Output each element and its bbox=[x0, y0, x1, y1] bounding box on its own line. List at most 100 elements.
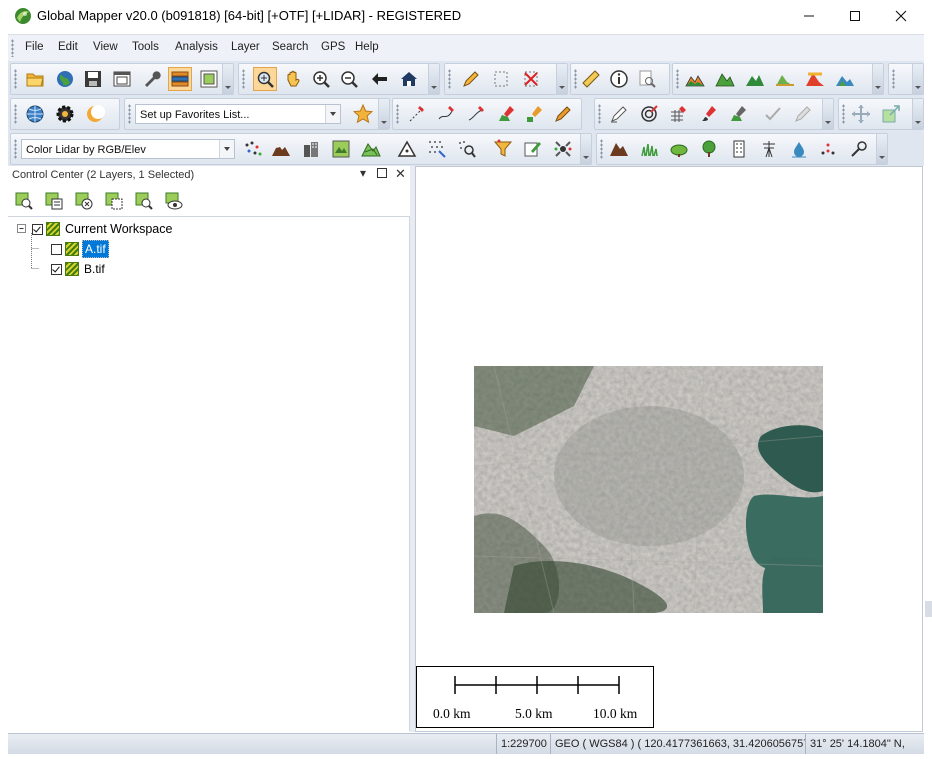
toolbar-overflow[interactable] bbox=[378, 99, 389, 129]
favorites-dropdown[interactable]: Set up Favorites List... bbox=[135, 104, 341, 124]
lidar-points-button[interactable] bbox=[241, 137, 265, 161]
terrain-6-button[interactable] bbox=[833, 67, 857, 91]
move-tool-button[interactable] bbox=[791, 102, 815, 126]
web-globe-button[interactable] bbox=[23, 102, 47, 126]
menu-analysis[interactable]: Analysis bbox=[175, 41, 218, 53]
target-button[interactable] bbox=[637, 102, 661, 126]
pan-button[interactable] bbox=[281, 67, 305, 91]
toolbar-grip[interactable] bbox=[676, 69, 679, 89]
home-button[interactable] bbox=[397, 67, 421, 91]
back-button[interactable] bbox=[367, 67, 391, 91]
close-icon[interactable]: ✕ bbox=[395, 166, 406, 182]
menu-view[interactable]: View bbox=[93, 41, 118, 53]
toolbar-grip[interactable] bbox=[14, 139, 17, 159]
menu-tools[interactable]: Tools bbox=[132, 41, 159, 53]
move-cross-button[interactable] bbox=[849, 102, 873, 126]
toolbar-grip[interactable] bbox=[574, 69, 577, 89]
menu-file[interactable]: File bbox=[25, 41, 44, 53]
chevron-down-icon[interactable] bbox=[325, 105, 340, 123]
pin-icon[interactable]: ▾ bbox=[360, 166, 366, 180]
terrain-4-button[interactable] bbox=[773, 67, 797, 91]
pen-button[interactable] bbox=[847, 137, 871, 161]
layer-metadata-button[interactable] bbox=[42, 189, 66, 213]
toolbar-grip[interactable] bbox=[128, 104, 131, 124]
water-drop-button[interactable] bbox=[787, 137, 811, 161]
workspace-checkbox[interactable] bbox=[32, 223, 43, 235]
terrain-1-button[interactable] bbox=[683, 67, 707, 91]
mountain-button[interactable] bbox=[269, 137, 293, 161]
toolbar-overflow[interactable] bbox=[428, 64, 439, 94]
terrain-3-button[interactable] bbox=[743, 67, 767, 91]
tree-item-layer-a[interactable]: A.tif bbox=[51, 240, 109, 258]
power-line-button[interactable] bbox=[757, 137, 781, 161]
workspace-collapse-toggle[interactable] bbox=[16, 220, 27, 234]
filter-button[interactable] bbox=[491, 137, 515, 161]
toolbar-grip[interactable] bbox=[242, 69, 245, 89]
tree-button[interactable] bbox=[697, 137, 721, 161]
building-button[interactable] bbox=[727, 137, 751, 161]
globe-button[interactable] bbox=[53, 67, 77, 91]
toolbar-grip[interactable] bbox=[892, 69, 895, 89]
maximize-button[interactable] bbox=[832, 0, 878, 32]
toolbar-overflow[interactable] bbox=[872, 64, 883, 94]
toolbar-overflow[interactable] bbox=[822, 99, 833, 129]
curve-line-button[interactable] bbox=[435, 102, 459, 126]
layer-options-button[interactable] bbox=[102, 189, 126, 213]
layers-button[interactable] bbox=[168, 67, 192, 91]
draw-line-button[interactable] bbox=[465, 102, 489, 126]
classify-button[interactable] bbox=[551, 137, 575, 161]
zoom-in-button[interactable] bbox=[309, 67, 333, 91]
toolbar-overflow[interactable] bbox=[912, 99, 923, 129]
toolbar-overflow[interactable] bbox=[222, 64, 233, 94]
layer-visibility-button[interactable] bbox=[162, 189, 186, 213]
terrain-mesh-button[interactable] bbox=[359, 137, 383, 161]
save-button[interactable] bbox=[81, 67, 105, 91]
resize-button[interactable] bbox=[879, 102, 903, 126]
triangle-button[interactable] bbox=[395, 137, 419, 161]
menu-gps[interactable]: GPS bbox=[321, 41, 345, 53]
grass-button[interactable] bbox=[637, 137, 661, 161]
delete-feature-button[interactable] bbox=[519, 67, 543, 91]
menu-edit[interactable]: Edit bbox=[58, 41, 78, 53]
layer-b-checkbox[interactable] bbox=[51, 263, 62, 275]
layer-close-button[interactable] bbox=[72, 189, 96, 213]
terrain-5-button[interactable] bbox=[803, 67, 827, 91]
config-button[interactable] bbox=[197, 67, 221, 91]
grid-pencil-button[interactable] bbox=[667, 102, 691, 126]
close-button[interactable] bbox=[878, 0, 924, 32]
info-button[interactable] bbox=[607, 67, 631, 91]
wrench-button[interactable] bbox=[139, 67, 163, 91]
zoom-box-button[interactable] bbox=[253, 67, 277, 91]
select-rect-button[interactable] bbox=[489, 67, 513, 91]
brush-button[interactable] bbox=[697, 102, 721, 126]
lidar-search-button[interactable] bbox=[455, 137, 479, 161]
draw-tool-button[interactable] bbox=[551, 102, 575, 126]
layer-zoom-button[interactable] bbox=[12, 189, 36, 213]
menu-search[interactable]: Search bbox=[272, 41, 308, 53]
toolbar-grip[interactable] bbox=[14, 104, 17, 124]
menubar-grip[interactable] bbox=[11, 39, 14, 57]
pencil-button[interactable] bbox=[459, 67, 483, 91]
favorite-star-button[interactable] bbox=[351, 102, 375, 126]
scan-button[interactable] bbox=[329, 137, 353, 161]
settings-gear-button[interactable] bbox=[53, 102, 77, 126]
lidar-color-dropdown[interactable]: Color Lidar by RGB/Elev bbox=[21, 139, 235, 159]
layer-a-checkbox[interactable] bbox=[51, 243, 62, 255]
menu-layer[interactable]: Layer bbox=[231, 41, 260, 53]
toolbar-grip[interactable] bbox=[842, 104, 845, 124]
toolbar-grip[interactable] bbox=[600, 139, 603, 159]
toolbar-overflow[interactable] bbox=[556, 64, 567, 94]
peak-button[interactable] bbox=[607, 137, 631, 161]
dotted-line-button[interactable] bbox=[405, 102, 429, 126]
moon-button[interactable] bbox=[83, 102, 107, 126]
toolbar-overflow[interactable] bbox=[876, 134, 887, 164]
dots-button[interactable] bbox=[817, 137, 841, 161]
green-pencil-button[interactable] bbox=[727, 102, 751, 126]
open-folder-button[interactable] bbox=[23, 67, 47, 91]
toolbar-overflow[interactable] bbox=[912, 64, 923, 94]
layer-search-button[interactable] bbox=[132, 189, 156, 213]
edit-pencil-button[interactable] bbox=[607, 102, 631, 126]
buildings-button[interactable] bbox=[299, 137, 323, 161]
draw-area-button[interactable] bbox=[495, 102, 519, 126]
chevron-down-icon[interactable] bbox=[219, 140, 234, 158]
